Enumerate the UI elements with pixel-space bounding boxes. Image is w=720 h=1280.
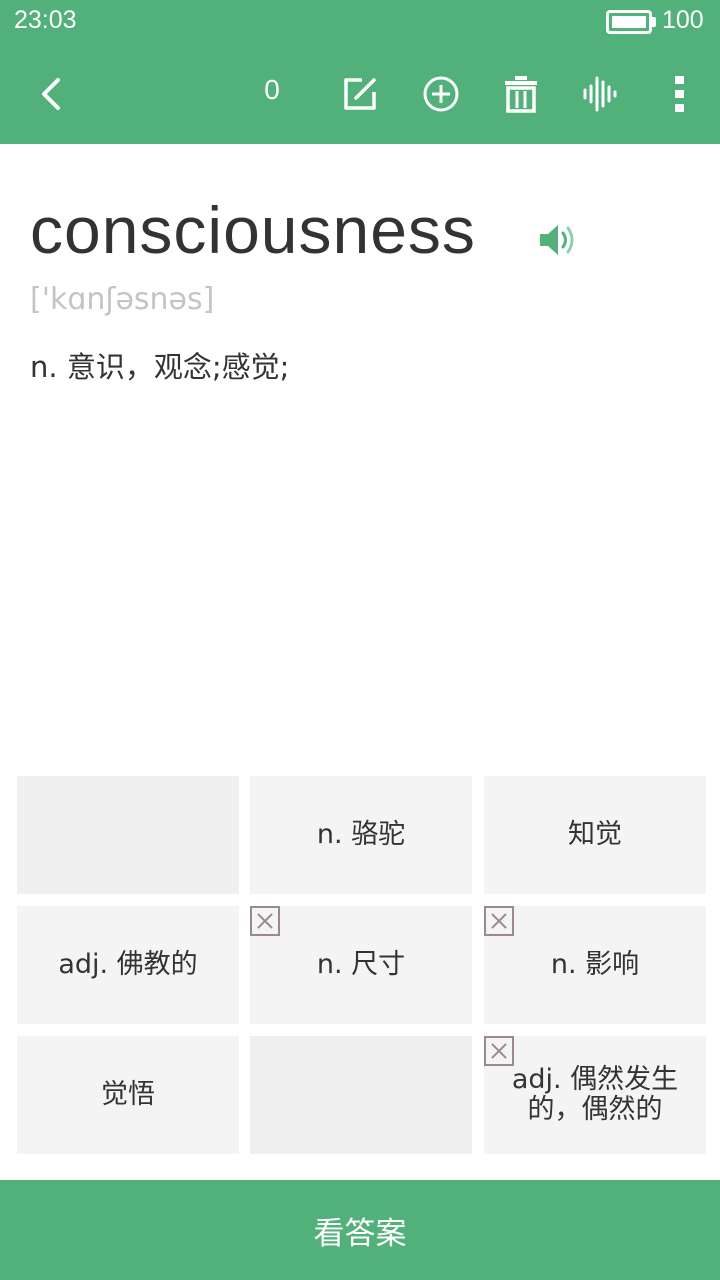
option-cell[interactable]: n. 影响 (484, 906, 706, 1024)
sound-wave-icon (583, 76, 617, 112)
option-cell[interactable] (17, 776, 239, 894)
option-cell[interactable]: adj. 偶然发生的，偶然的 (484, 1036, 706, 1154)
speaker-icon (540, 225, 574, 255)
battery-tip (652, 17, 656, 27)
option-cell[interactable]: n. 骆驼 (250, 776, 472, 894)
wrong-mark-icon (250, 906, 280, 936)
option-label: 知觉 (568, 819, 622, 850)
option-label: n. 骆驼 (316, 819, 406, 850)
option-cell[interactable]: 知觉 (484, 776, 706, 894)
pronunciation-button[interactable] (574, 68, 626, 120)
battery-icon (606, 10, 652, 34)
option-cell[interactable]: 觉悟 (17, 1036, 239, 1154)
show-answer-button[interactable]: 看答案 (0, 1180, 720, 1280)
option-label: 觉悟 (101, 1079, 155, 1110)
play-audio-button[interactable] (538, 220, 582, 260)
option-cell[interactable]: adj. 佛教的 (17, 906, 239, 1024)
option-label: n. 影响 (550, 949, 640, 980)
word-title: consciousness (30, 193, 476, 267)
wrong-mark-icon (484, 906, 514, 936)
edit-button[interactable] (334, 68, 386, 120)
trash-icon (505, 76, 537, 113)
battery-level: 100 (662, 6, 704, 34)
back-icon (42, 78, 60, 110)
more-button[interactable] (654, 68, 706, 120)
option-label: adj. 佛教的 (58, 949, 198, 980)
back-button[interactable] (26, 68, 78, 120)
phonetic-text: ['kɑnʃəsnəs] (30, 282, 215, 317)
edit-icon (344, 78, 376, 110)
option-label: adj. 偶然发生的，偶然的 (511, 1064, 679, 1125)
delete-button[interactable] (495, 68, 547, 120)
wrong-mark-icon (484, 1036, 514, 1066)
more-vertical-icon (675, 76, 684, 112)
option-cell[interactable] (250, 1036, 472, 1154)
option-cell[interactable]: n. 尺寸 (250, 906, 472, 1024)
status-bar: 23:03 100 (0, 0, 720, 44)
definition-text: n. 意识，观念;感觉; (30, 350, 290, 384)
option-label: n. 尺寸 (316, 949, 406, 980)
toolbar: 0 (0, 44, 720, 144)
add-button[interactable] (415, 68, 467, 120)
add-circle-icon (423, 76, 459, 112)
review-count: 0 (264, 74, 280, 105)
status-time: 23:03 (14, 6, 77, 34)
